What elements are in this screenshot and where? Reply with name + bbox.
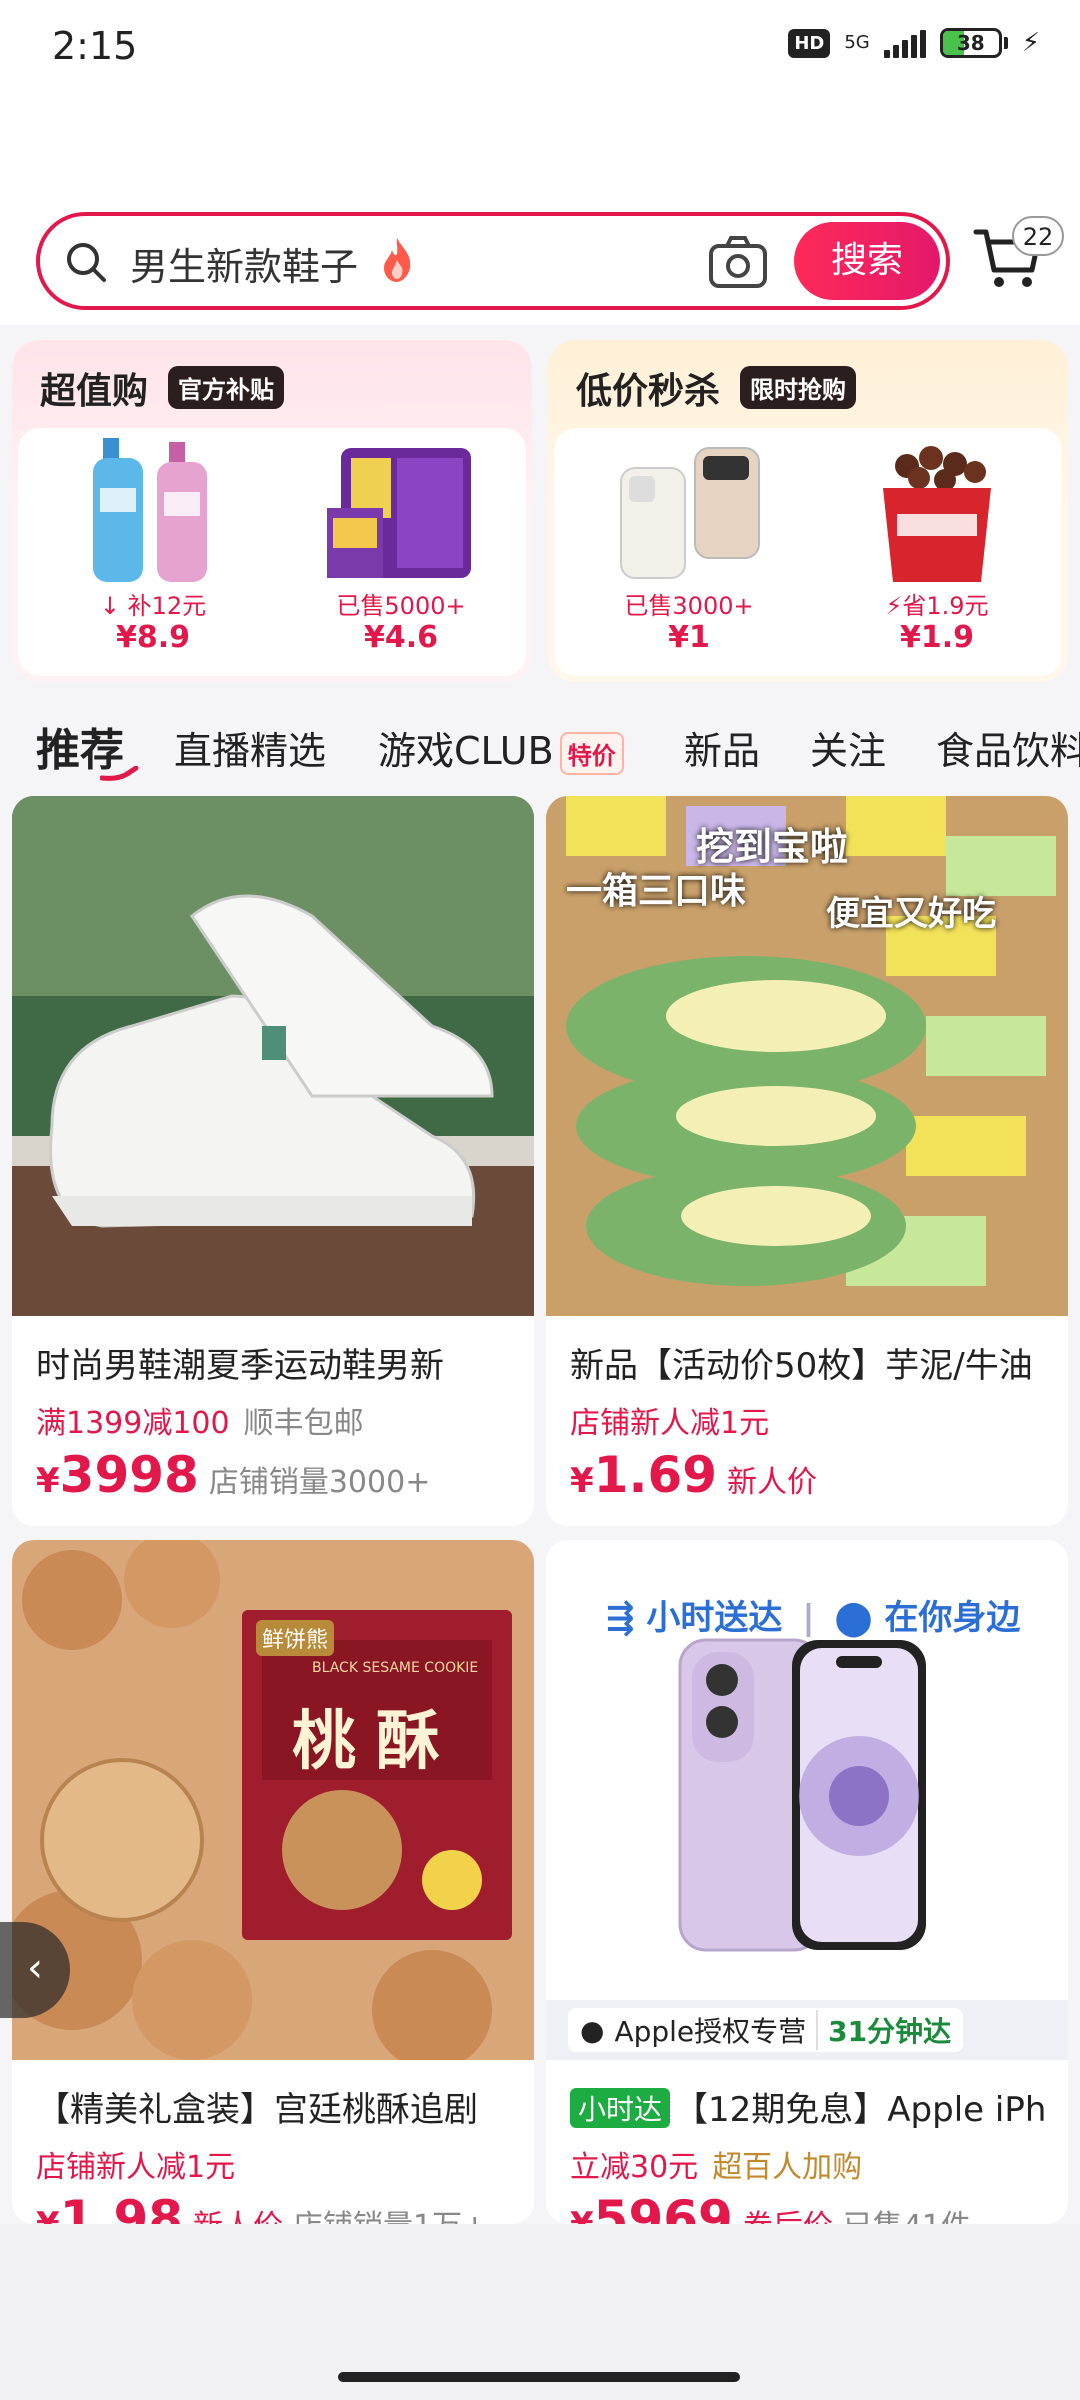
box-name: 桃酥	[292, 1705, 460, 1779]
charging-icon: ⚡	[1021, 28, 1040, 58]
product-price: ¥3998 店铺销量3000+	[36, 1446, 431, 1504]
product-title: 小时达 【12期免息】Apple iPh	[570, 2082, 1050, 2131]
battery-icon: 38	[939, 28, 1008, 58]
product-title: 【精美礼盒装】宫廷桃酥追剧	[36, 2090, 478, 2130]
promo-product[interactable]: 已售3000+ ¥1	[564, 428, 814, 678]
search-icon	[67, 243, 106, 282]
product-price: ¥1.98新人价店铺销量1万+	[36, 2190, 487, 2224]
seller-strip: ● Apple授权专营 31分钟达	[546, 2000, 1068, 2060]
delivery-icon: ⇶	[606, 1598, 635, 1638]
sneaker-image	[12, 796, 534, 1316]
status-icons: HD 5G 38 ⚡	[788, 28, 1040, 58]
home-indicator[interactable]	[338, 2372, 740, 2382]
camera-icon[interactable]	[708, 234, 768, 290]
promo-product-price: ¥4.6	[363, 620, 439, 655]
search-button[interactable]: 搜索	[794, 222, 940, 300]
promo-card: 已售3000+ ¥1 ⚡省1.9元 ¥1.9	[554, 428, 1062, 676]
product-price: ¥5969券后价已售41件	[570, 2190, 971, 2224]
signal-icon	[883, 28, 926, 58]
cart-badge: 22	[1012, 216, 1064, 256]
product-card[interactable]: ⇶ 小时送达 | ⬤ 在你身边 ● Apple授权专营 31分钟达 小时达 【12…	[546, 1540, 1068, 2224]
network-type: 5G	[844, 32, 870, 53]
product-promo: 店铺新人减1元	[36, 2150, 236, 2185]
shampoo-image	[93, 438, 207, 582]
product-card[interactable]: 鲜饼熊 BLACK SESAME COOKIE 桃酥 【精美礼盒装】宫廷桃酥追剧…	[12, 1540, 534, 2224]
promo-product-tag: 已售3000+	[624, 592, 754, 620]
box-brand: 鲜饼熊	[256, 1620, 335, 1656]
promo-card: ↓ 补12元 ¥8.9 已售5000+ ¥4.6	[18, 428, 526, 676]
product-title: 新品【活动价50枚】芋泥/牛油	[570, 1346, 1033, 1386]
seller-pill: ● Apple授权专营 31分钟达	[568, 2008, 964, 2052]
promo-product-price: ¥1	[668, 620, 710, 655]
product-promo: 店铺新人减1元	[570, 1406, 770, 1441]
promo-product[interactable]: ↓ 补12元 ¥8.9	[28, 428, 278, 678]
promo-badge: 限时抢购	[740, 366, 856, 409]
location-icon: ⬤	[834, 1598, 873, 1638]
chocolate-bucket-image	[883, 446, 991, 582]
search-input[interactable]: 男生新款鞋子	[130, 236, 358, 291]
promo-super-value[interactable]: 超值购 官方补贴 ↓ 补12元 ¥8.9 已售5000+ ¥4.6	[12, 340, 532, 682]
promo-product-tag: ⚡省1.9元	[885, 592, 989, 620]
tab-food[interactable]: 食品饮料	[936, 720, 1080, 775]
box-subtitle: BLACK SESAME COOKIE	[312, 1660, 479, 1676]
phone-case-image	[620, 447, 760, 579]
promo-product-tag: ↓ 补12元	[99, 592, 207, 620]
status-time: 2:15	[52, 24, 138, 68]
product-card[interactable]: 新品【活动价50枚】芋泥/牛油 店铺新人减1元 ¥1.69 新人价 挖到宝啦 一箱…	[546, 796, 1068, 1526]
battery-level: 38	[956, 31, 985, 55]
product-title: 时尚男鞋潮夏季运动鞋男新	[36, 1346, 444, 1386]
tab-new[interactable]: 新品	[684, 720, 760, 775]
tab-special-tag: 特价	[559, 732, 624, 775]
cookie-box-image	[12, 1540, 534, 2060]
promo-product-tag: 已售5000+	[336, 592, 466, 620]
promo-flash-sale[interactable]: 低价秒杀 限时抢购 已售3000+ ¥1 ⚡省1.9元 ¥1.9	[548, 340, 1068, 682]
product-promo: 满1399减100 顺丰包邮	[36, 1406, 364, 1441]
promo-product-price: ¥8.9	[115, 620, 191, 655]
product-promo: 立减30元 超百人加购	[570, 2150, 863, 2185]
promo-badge: 官方补贴	[168, 366, 284, 409]
tab-game-club[interactable]: 游戏CLUB 特价	[378, 720, 624, 775]
promo-title: 超值购	[40, 371, 149, 412]
hd-icon: HD	[788, 28, 831, 58]
delivery-banner: ⇶ 小时送达 | ⬤ 在你身边	[606, 1598, 1021, 1638]
tab-live[interactable]: 直播精选	[174, 720, 326, 775]
image-caption: 便宜又好吃	[826, 894, 996, 934]
tab-active-indicator	[100, 766, 139, 781]
product-card[interactable]: 时尚男鞋潮夏季运动鞋男新 满1399减100 顺丰包邮 ¥3998 店铺销量3000…	[12, 796, 534, 1526]
product-price: ¥1.69 新人价	[570, 1446, 818, 1504]
promo-product[interactable]: ⚡省1.9元 ¥1.9	[812, 428, 1062, 678]
image-caption: 一箱三口味	[566, 871, 747, 912]
search-bar[interactable]: 男生新款鞋子 搜索	[36, 212, 950, 310]
status-bar: 2:15 HD 5G 38 ⚡	[0, 0, 1080, 100]
snack-pack-image	[327, 448, 471, 578]
apple-icon: ●	[580, 2013, 605, 2047]
promo-product[interactable]: 已售5000+ ¥4.6	[276, 428, 526, 678]
promo-product-price: ¥1.9	[899, 620, 975, 655]
hour-delivery-tag: 小时达	[570, 2088, 671, 2128]
fire-icon	[384, 238, 411, 282]
tab-follow[interactable]: 关注	[810, 720, 886, 775]
category-tabs: 推荐 直播精选 游戏CLUB 特价 新品 关注 食品饮料	[0, 700, 1080, 790]
promo-title: 低价秒杀	[576, 371, 721, 412]
